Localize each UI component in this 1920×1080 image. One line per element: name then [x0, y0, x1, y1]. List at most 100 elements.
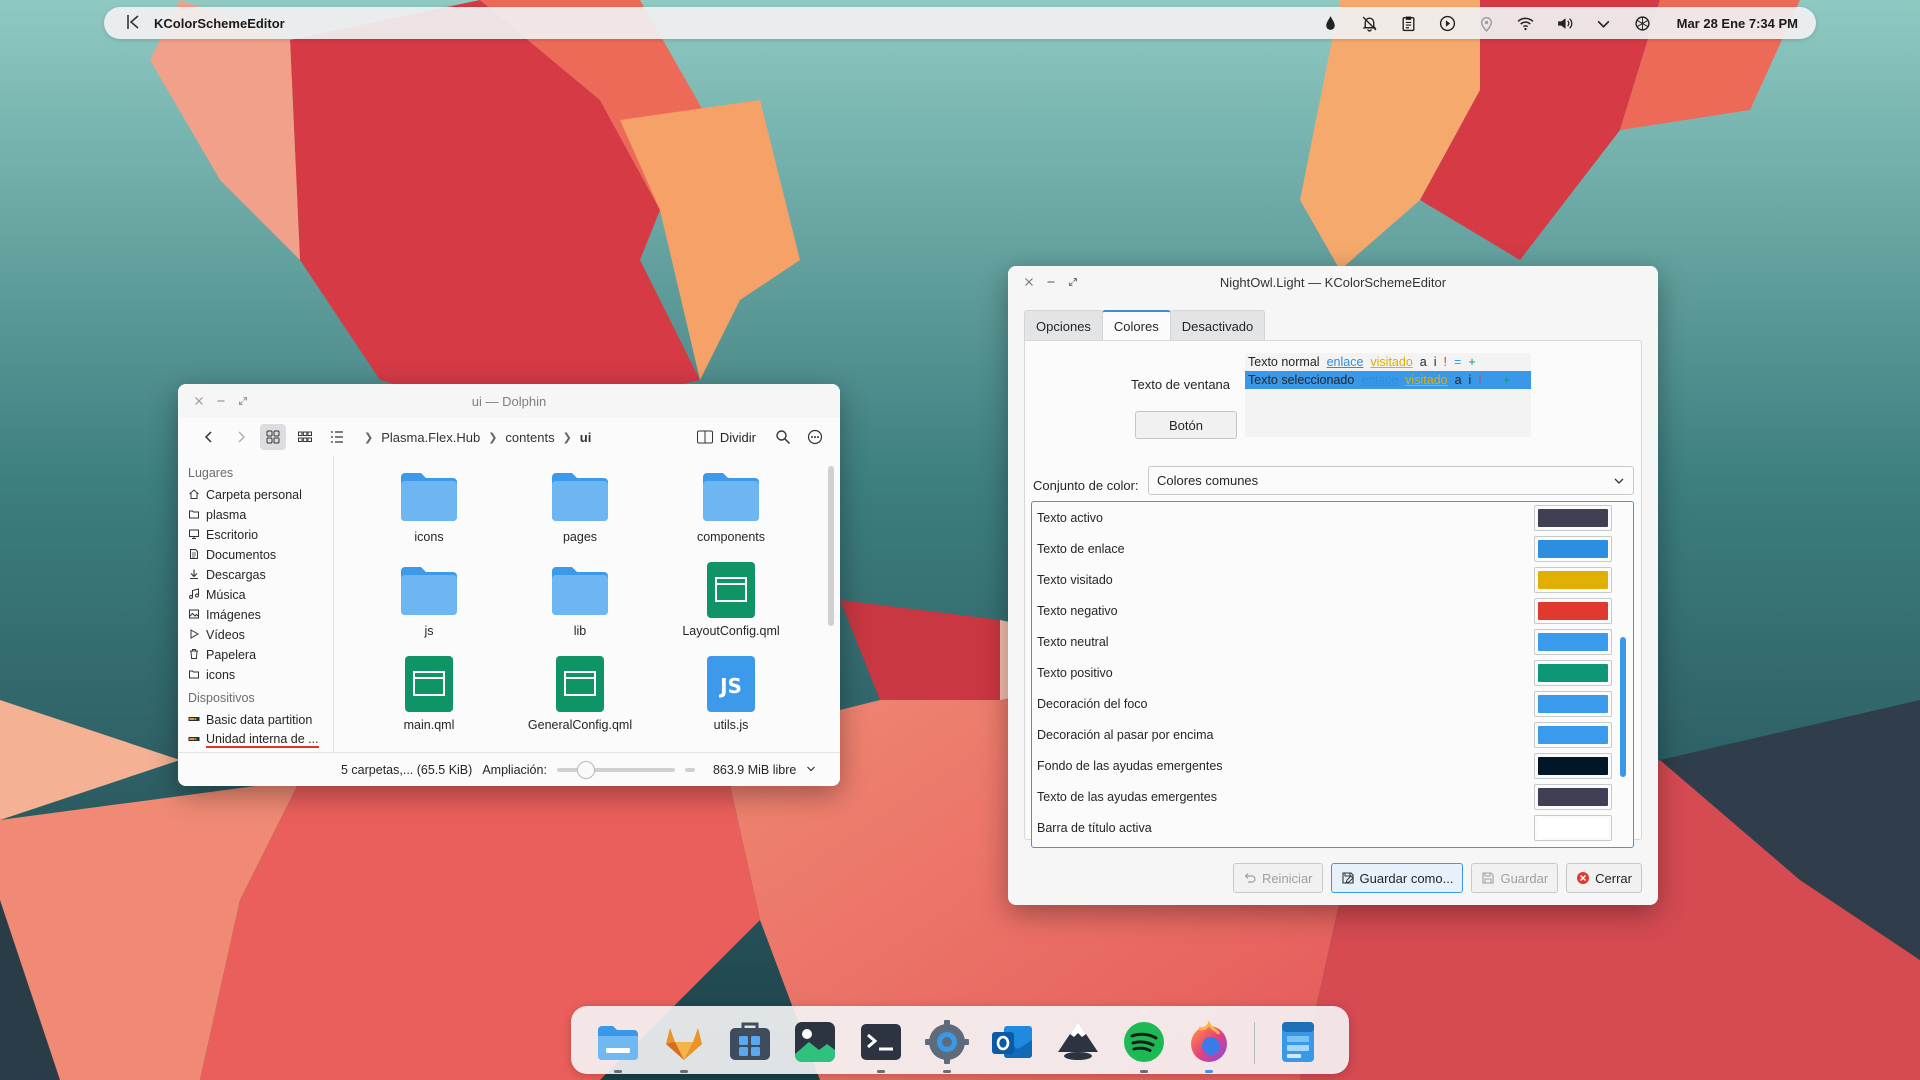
- spotify-icon: [1124, 1022, 1164, 1062]
- folder-icon: [399, 466, 459, 526]
- color-preview: Texto normal enlace visitado a i ! = + T…: [1245, 353, 1531, 437]
- color-swatch-button[interactable]: [1534, 504, 1612, 531]
- color-swatch-button[interactable]: [1534, 721, 1612, 748]
- clipboard-icon[interactable]: [1400, 15, 1417, 32]
- active-app-title[interactable]: KColorSchemeEditor: [154, 16, 285, 31]
- dock-files[interactable]: [594, 1018, 642, 1073]
- breadcrumb-item[interactable]: Plasma.Flex.Hub: [381, 430, 480, 445]
- night-color-icon[interactable]: [1634, 15, 1651, 32]
- dock-firefox[interactable]: [1185, 1018, 1233, 1073]
- places-item[interactable]: Documentos: [188, 545, 333, 565]
- save-button[interactable]: Guardar: [1471, 863, 1559, 893]
- dock-image-viewer[interactable]: [791, 1018, 839, 1066]
- folder-item[interactable]: js: [359, 560, 499, 638]
- dock-terminal[interactable]: [857, 1018, 905, 1073]
- color-swatch-button[interactable]: [1534, 783, 1612, 810]
- notifications-off-icon[interactable]: [1361, 15, 1378, 32]
- devices-item[interactable]: Unidad interna de ...: [188, 730, 333, 750]
- places-item[interactable]: icons: [188, 665, 333, 685]
- dock-inkscape[interactable]: [1054, 1018, 1102, 1066]
- tab-opciones[interactable]: Opciones: [1024, 310, 1103, 341]
- color-swatch-button[interactable]: [1534, 659, 1612, 686]
- free-space[interactable]: 863.9 MiB libre: [713, 763, 796, 777]
- media-player-icon[interactable]: [1439, 15, 1456, 32]
- tab-desactivado[interactable]: Desactivado: [1169, 310, 1266, 341]
- color-role-label: Texto positivo: [1037, 665, 1113, 680]
- dock-gitlab[interactable]: [660, 1018, 708, 1073]
- color-swatch-button[interactable]: [1534, 566, 1612, 593]
- reset-button[interactable]: Reiniciar: [1232, 863, 1323, 893]
- compact-view-button[interactable]: [292, 424, 318, 450]
- places-item[interactable]: Papelera: [188, 645, 333, 665]
- volume-icon[interactable]: [1556, 15, 1573, 32]
- places-header: Lugares: [188, 466, 234, 480]
- places-item[interactable]: plasma: [188, 505, 333, 525]
- minimize-icon[interactable]: [216, 396, 226, 406]
- tab-colores[interactable]: Colores: [1101, 310, 1171, 341]
- color-swatch-button[interactable]: [1534, 814, 1612, 841]
- folder-item[interactable]: lib: [510, 560, 650, 638]
- folder-item[interactable]: pages: [510, 466, 650, 544]
- minimize-icon[interactable]: [1046, 277, 1056, 287]
- places-item[interactable]: Carpeta personal: [188, 485, 333, 505]
- close-icon[interactable]: [1024, 277, 1034, 287]
- places-item[interactable]: Descargas: [188, 565, 333, 585]
- places-item[interactable]: Imágenes: [188, 605, 333, 625]
- devices-item[interactable]: Basic data partition: [188, 710, 333, 730]
- file-item[interactable]: main.qml: [359, 654, 499, 732]
- maximize-icon[interactable]: [238, 396, 248, 406]
- zoom-slider-handle[interactable]: [577, 760, 596, 779]
- color-role-label: Texto neutral: [1037, 634, 1109, 649]
- places-item[interactable]: Vídeos: [188, 625, 333, 645]
- location-icon[interactable]: [1478, 15, 1495, 32]
- close-icon[interactable]: [194, 396, 204, 406]
- dock-kcolorscheme[interactable]: [1274, 1018, 1322, 1066]
- file-item[interactable]: LayoutConfig.qml: [661, 560, 801, 638]
- color-swatch-button[interactable]: [1534, 628, 1612, 655]
- back-button[interactable]: [196, 424, 222, 450]
- kcse-titlebar[interactable]: NightOwl.Light — KColorSchemeEditor: [1008, 266, 1658, 298]
- places-item-label: Música: [206, 588, 246, 602]
- dock-settings[interactable]: [923, 1018, 971, 1073]
- forward-button[interactable]: [228, 424, 254, 450]
- color-set-label: Conjunto de color:: [1033, 478, 1139, 493]
- zoom-slider[interactable]: [556, 760, 675, 779]
- file-item[interactable]: JS utils.js: [661, 654, 801, 732]
- breadcrumb-item[interactable]: contents: [505, 430, 554, 445]
- color-swatch-button[interactable]: [1534, 597, 1612, 624]
- preview-button[interactable]: Botón: [1135, 411, 1237, 439]
- chevron-down-icon[interactable]: [1595, 15, 1612, 32]
- breadcrumb-current[interactable]: ui: [580, 430, 592, 445]
- clock[interactable]: Mar 28 Ene 7:34 PM: [1677, 16, 1798, 31]
- dolphin-titlebar[interactable]: ui — Dolphin: [178, 384, 840, 418]
- color-picker-icon[interactable]: [1322, 15, 1339, 32]
- places-item[interactable]: Música: [188, 585, 333, 605]
- preview-link: enlace: [1326, 355, 1364, 369]
- wifi-icon[interactable]: [1517, 15, 1534, 32]
- details-view-button[interactable]: [324, 424, 350, 450]
- file-item[interactable]: GeneralConfig.qml: [510, 654, 650, 732]
- search-button[interactable]: [770, 424, 796, 450]
- color-swatch-button[interactable]: [1534, 535, 1612, 562]
- color-swatch-button[interactable]: [1534, 690, 1612, 717]
- list-scrollbar[interactable]: [1620, 637, 1626, 777]
- close-button[interactable]: Cerrar: [1566, 863, 1642, 893]
- split-button[interactable]: Dividir: [696, 429, 756, 445]
- dolphin-body: Lugares Carpeta personal plasma Escritorio…: [178, 456, 840, 752]
- dock-spotify[interactable]: [1120, 1018, 1168, 1073]
- color-swatch-button[interactable]: [1534, 752, 1612, 779]
- places-item[interactable]: Escritorio: [188, 525, 333, 545]
- icons-view-button[interactable]: [260, 424, 286, 450]
- dock-outlook[interactable]: [988, 1018, 1036, 1066]
- maximize-icon[interactable]: [1068, 277, 1078, 287]
- video-icon: [188, 628, 200, 643]
- folder-item[interactable]: components: [661, 466, 801, 544]
- collapse-menu-icon[interactable]: [126, 14, 140, 33]
- dock-app-store[interactable]: [726, 1018, 774, 1066]
- chevron-down-icon[interactable]: [806, 763, 816, 777]
- color-set-select[interactable]: Colores comunes: [1148, 466, 1634, 495]
- save-as-button[interactable]: Guardar como...: [1330, 863, 1464, 893]
- folder-item[interactable]: icons: [359, 466, 499, 544]
- more-options-button[interactable]: [802, 424, 828, 450]
- vertical-scrollbar[interactable]: [828, 466, 834, 626]
